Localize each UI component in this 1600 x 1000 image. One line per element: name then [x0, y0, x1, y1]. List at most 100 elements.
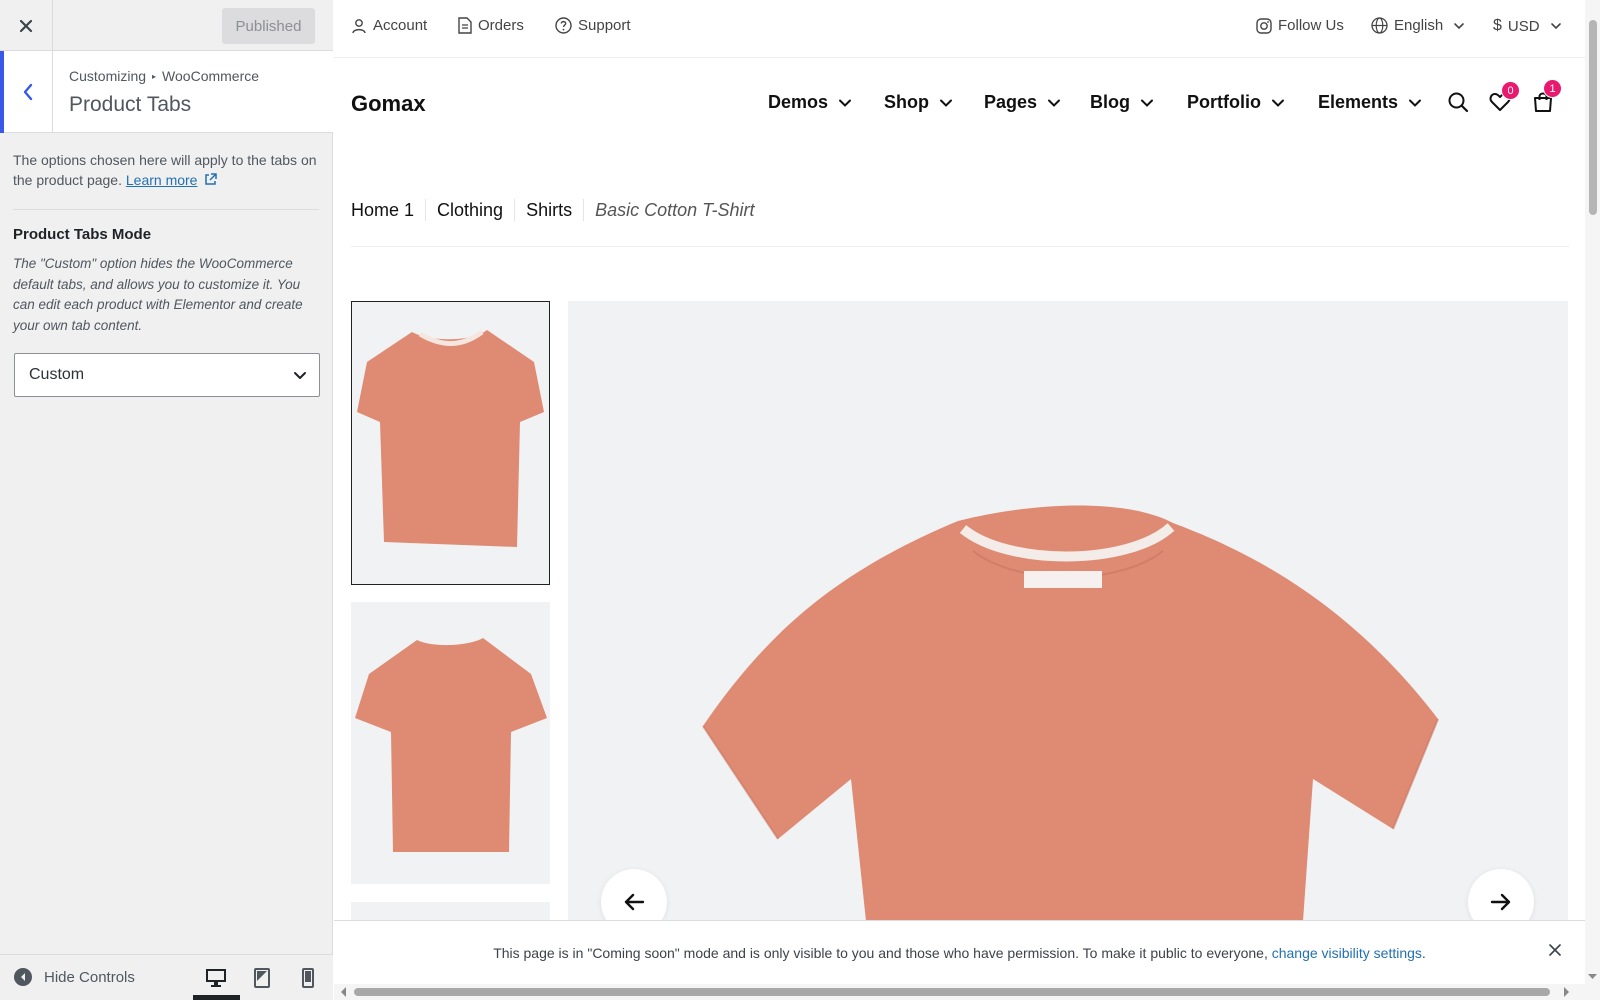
notice-text: This page is in "Coming soon" mode and i…	[493, 945, 1426, 961]
chevron-down-icon	[1048, 99, 1061, 107]
back-button[interactable]	[0, 51, 53, 133]
orders-link[interactable]: Orders	[458, 17, 524, 34]
customizer-breadcrumb: Customizing ▸ WooCommerce	[69, 68, 259, 84]
close-icon	[1549, 944, 1561, 956]
hide-controls-button[interactable]: Hide Controls	[14, 968, 135, 986]
chevron-down-icon	[1550, 23, 1561, 30]
mobile-icon	[302, 968, 314, 988]
currency-switcher[interactable]: $ USD	[1493, 17, 1562, 35]
notice-message: This page is in "Coming soon" mode and i…	[493, 944, 1268, 961]
scroll-right-icon[interactable]	[1562, 984, 1572, 1000]
search-button[interactable]	[1447, 91, 1469, 118]
breadcrumb-shirts[interactable]: Shirts	[515, 199, 585, 221]
chevron-down-icon	[1272, 99, 1284, 107]
nav-elements[interactable]: Elements	[1318, 92, 1422, 113]
tablet-preview-button[interactable]	[250, 967, 274, 989]
breadcrumb-divider	[351, 246, 1569, 247]
dollar-icon: $	[1493, 17, 1502, 34]
cart-count-badge: 1	[1543, 79, 1562, 98]
collapse-icon	[14, 968, 32, 986]
chevron-down-icon	[839, 99, 852, 107]
account-link[interactable]: Account	[351, 17, 427, 34]
support-link[interactable]: Support	[555, 17, 631, 34]
horizontal-scrollbar-thumb[interactable]	[354, 988, 1550, 996]
change-visibility-link[interactable]: change visibility settings	[1272, 945, 1422, 961]
top-bar: Account Orders Support Follow Us English…	[334, 0, 1585, 58]
section-title-bar: Customizing ▸ WooCommerce Product Tabs	[0, 51, 333, 133]
customizer-sidebar: Published Customizing ▸ WooCommerce Prod…	[0, 0, 333, 1000]
coming-soon-notice: This page is in "Coming soon" mode and i…	[334, 920, 1585, 984]
product-thumbnail-1[interactable]	[351, 301, 550, 585]
tshirt-front-image	[357, 329, 544, 547]
nav-portfolio-label: Portfolio	[1187, 92, 1261, 112]
nav-pages-label: Pages	[984, 92, 1038, 112]
product-tabs-mode-help: The "Custom" option hides the WooCommerc…	[13, 256, 303, 333]
site-preview: Account Orders Support Follow Us English…	[334, 0, 1600, 1000]
help-icon	[555, 17, 572, 34]
customizer-header: Published	[0, 0, 333, 51]
scroll-left-icon[interactable]	[338, 984, 348, 1000]
account-label: Account	[373, 17, 428, 34]
user-icon	[352, 18, 366, 33]
follow-us-label: Follow Us	[1278, 17, 1344, 34]
notice-suffix: .	[1421, 944, 1426, 961]
vertical-scrollbar-thumb[interactable]	[1589, 20, 1597, 215]
hide-controls-label: Hide Controls	[44, 968, 135, 986]
nav-shop[interactable]: Shop	[884, 92, 953, 113]
nav-demos[interactable]: Demos	[768, 92, 852, 113]
mobile-preview-button[interactable]	[296, 967, 320, 989]
globe-icon	[1371, 17, 1388, 34]
scroll-down-icon[interactable]	[1585, 972, 1600, 982]
product-tabs-mode-select[interactable]: Custom	[14, 353, 320, 397]
nav-shop-label: Shop	[884, 92, 929, 112]
desktop-preview-button[interactable]	[204, 967, 228, 989]
published-button[interactable]: Published	[222, 8, 315, 44]
vertical-scrollbar[interactable]	[1585, 0, 1600, 984]
breadcrumb-woocommerce: WooCommerce	[162, 68, 260, 84]
chevron-down-icon	[294, 372, 306, 379]
product-main-image	[568, 301, 1568, 921]
document-icon	[458, 17, 472, 34]
nav-elements-label: Elements	[1318, 92, 1399, 112]
breadcrumb-current-product: Basic Cotton T-Shirt	[595, 200, 755, 220]
arrow-left-icon	[624, 893, 645, 911]
select-value: Custom	[29, 366, 85, 383]
external-link-icon	[205, 173, 218, 185]
chevron-left-icon	[23, 83, 33, 101]
active-device-indicator	[193, 995, 240, 1000]
product-thumbnail-2[interactable]	[351, 602, 550, 884]
divider	[13, 209, 319, 210]
learn-more-link[interactable]: Learn more	[126, 172, 198, 188]
dismiss-notice-button[interactable]	[1549, 943, 1561, 959]
close-customizer-button[interactable]	[0, 0, 53, 51]
cart-button[interactable]: 1	[1532, 79, 1562, 118]
instagram-icon	[1256, 17, 1272, 34]
breadcrumb-home[interactable]: Home 1	[351, 199, 427, 221]
follow-us-link[interactable]: Follow Us	[1256, 17, 1344, 34]
wishlist-button[interactable]: 0	[1489, 81, 1520, 118]
nav-pages[interactable]: Pages	[984, 92, 1061, 113]
breadcrumb-customizing: Customizing	[69, 68, 147, 84]
nav-demos-label: Demos	[768, 92, 829, 112]
product-breadcrumb: Home 1 Clothing Shirts Basic Cotton T-Sh…	[351, 199, 766, 221]
language-switcher[interactable]: English	[1371, 17, 1465, 34]
chevron-down-icon	[1141, 99, 1153, 107]
currency-label: USD	[1507, 17, 1540, 35]
close-icon	[19, 19, 33, 32]
horizontal-scrollbar[interactable]	[334, 984, 1600, 1000]
main-header: Gomax Demos Shop Pages Blog Portfolio El…	[334, 58, 1585, 150]
nav-portfolio[interactable]: Portfolio	[1187, 92, 1285, 113]
chevron-down-icon	[940, 99, 952, 107]
wishlist-count-badge: 0	[1501, 81, 1520, 100]
section-description: The options chosen here will apply to th…	[13, 150, 318, 190]
site-logo[interactable]: Gomax	[351, 91, 426, 117]
customizer-window: Published Customizing ▸ WooCommerce Prod…	[0, 0, 1600, 1000]
arrow-right-icon	[1490, 893, 1511, 911]
nav-blog[interactable]: Blog	[1090, 92, 1154, 113]
breadcrumb-clothing[interactable]: Clothing	[426, 199, 516, 221]
tshirt-main-image	[702, 505, 1439, 921]
customizer-footer: Hide Controls	[0, 954, 333, 1000]
orders-label: Orders	[478, 17, 524, 34]
nav-blog-label: Blog	[1090, 92, 1130, 112]
product-tabs-mode-label: Product Tabs Mode	[13, 226, 152, 243]
